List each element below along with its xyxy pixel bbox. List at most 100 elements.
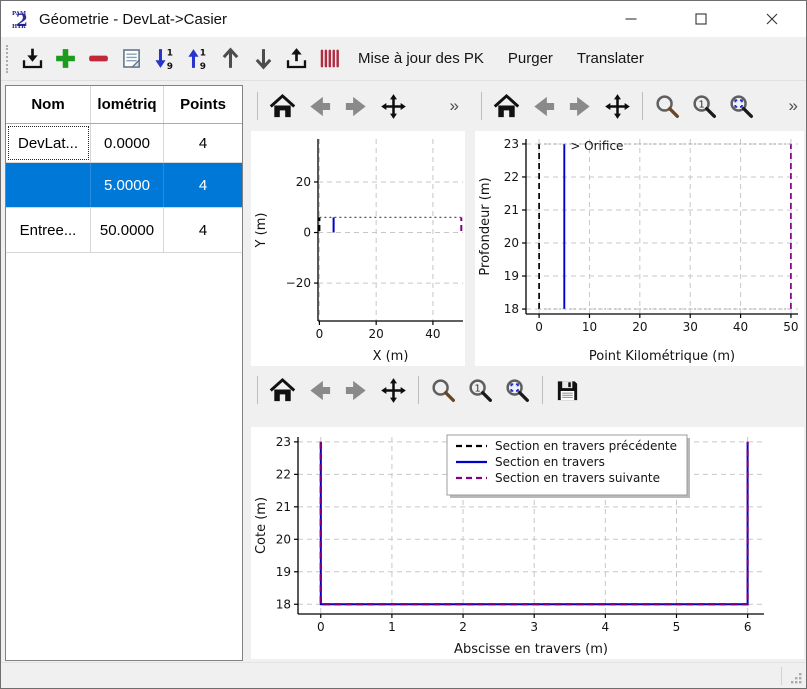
forward-icon [343, 377, 370, 404]
svg-text:Cote (m): Cote (m) [254, 497, 269, 554]
svg-text:20: 20 [369, 327, 384, 341]
pan-button[interactable] [599, 88, 636, 124]
column-header-points[interactable]: Points [164, 86, 242, 123]
forward-icon [567, 93, 594, 120]
toolbar-overflow-button[interactable]: » [444, 96, 465, 116]
back-button[interactable] [525, 88, 562, 124]
pan-button[interactable] [375, 88, 412, 124]
svg-text:19: 19 [504, 269, 519, 283]
svg-text:22: 22 [504, 170, 519, 184]
remove-icon [86, 46, 111, 71]
save-icon [554, 377, 581, 404]
add-button[interactable] [49, 41, 82, 77]
cell-points[interactable]: 4 [164, 124, 242, 162]
cell-points[interactable]: 4 [164, 208, 242, 252]
close-button[interactable] [749, 1, 795, 36]
home-button[interactable] [264, 88, 301, 124]
zoom-fit-button[interactable] [723, 88, 760, 124]
svg-text:Section en travers précédente: Section en travers précédente [495, 439, 677, 453]
column-header-kilometrique[interactable]: lométriq [91, 86, 164, 123]
toolbar-overflow-button[interactable]: » [783, 96, 804, 116]
translate-button[interactable]: Translater [565, 41, 656, 77]
zoom-one-icon [691, 93, 718, 120]
export-icon [284, 46, 309, 71]
remove-button[interactable] [82, 41, 115, 77]
svg-text:0: 0 [317, 620, 325, 634]
svg-text:40: 40 [425, 327, 440, 341]
toolbar-separator [257, 92, 258, 120]
back-icon [306, 377, 333, 404]
forward-button[interactable] [562, 88, 599, 124]
svg-text:X (m): X (m) [373, 349, 409, 364]
edit-icon [119, 46, 144, 71]
cell-points[interactable]: 4 [164, 163, 242, 207]
save-figure-button[interactable] [549, 372, 586, 408]
svg-text:> Orifice: > Orifice [570, 139, 623, 153]
back-button[interactable] [301, 372, 338, 408]
weir-sections-button[interactable] [313, 41, 346, 77]
pamhyr-logo-icon: PAM 2 HYR [11, 9, 31, 29]
svg-text:20: 20 [296, 175, 311, 189]
pan-icon [380, 93, 407, 120]
column-header-nom[interactable]: Nom [6, 86, 91, 123]
zoom-one-button[interactable] [462, 372, 499, 408]
move-down-icon [251, 46, 276, 71]
cell-nom[interactable]: DevLat... [6, 124, 91, 162]
svg-text:23: 23 [504, 137, 519, 151]
cross-section-toolbar [247, 369, 807, 411]
pan-button[interactable] [375, 372, 412, 408]
svg-text:Y (m): Y (m) [254, 213, 269, 249]
purge-button[interactable]: Purger [496, 41, 565, 77]
zoom-button[interactable] [425, 372, 462, 408]
cell-nom[interactable]: Entree... [6, 208, 91, 252]
cell-pk[interactable]: 0.0000 [91, 124, 164, 162]
profile-plot-toolbar: » [471, 85, 807, 127]
svg-text:Section en travers suivante: Section en travers suivante [495, 471, 660, 485]
import-icon [20, 46, 45, 71]
cell-pk[interactable]: 50.0000 [91, 208, 164, 252]
cell-pk[interactable]: 5.0000 [91, 163, 164, 207]
table-row[interactable]: Entree... 50.0000 4 [6, 208, 242, 253]
move-up-button[interactable] [214, 41, 247, 77]
sections-table: Nom lométriq Points DevLat... 0.0000 4 5… [5, 85, 243, 661]
svg-text:Abscisse en travers (m): Abscisse en travers (m) [454, 642, 608, 657]
svg-text:0: 0 [535, 320, 543, 334]
minimize-button[interactable] [608, 1, 654, 36]
xy-plot-canvas[interactable]: 02040−20020X (m)Y (m) [251, 131, 465, 366]
svg-text:20: 20 [632, 320, 647, 334]
forward-button[interactable] [338, 88, 375, 124]
sort-ascending-button[interactable] [181, 41, 214, 77]
sort-descending-button[interactable] [148, 41, 181, 77]
resize-grip[interactable] [789, 671, 803, 685]
back-button[interactable] [301, 88, 338, 124]
import-button[interactable] [16, 41, 49, 77]
export-button[interactable] [280, 41, 313, 77]
toolbar-drag-handle[interactable] [6, 45, 9, 73]
profile-plot-canvas[interactable]: 01020304050181920212223Point Kilométriqu… [475, 131, 804, 366]
maximize-button[interactable] [678, 1, 724, 36]
zoom-fit-icon [728, 93, 755, 120]
svg-text:HYR: HYR [12, 24, 26, 29]
svg-text:0: 0 [316, 327, 324, 341]
move-down-button[interactable] [247, 41, 280, 77]
home-button[interactable] [488, 88, 525, 124]
zoom-icon [654, 93, 681, 120]
svg-text:20: 20 [504, 236, 519, 250]
edit-button[interactable] [115, 41, 148, 77]
home-button[interactable] [264, 372, 301, 408]
table-row-selected[interactable]: 5.0000 4 [6, 163, 242, 208]
zoom-fit-button[interactable] [499, 372, 536, 408]
zoom-one-button[interactable] [686, 88, 723, 124]
back-icon [306, 93, 333, 120]
back-icon [530, 93, 557, 120]
table-row[interactable]: DevLat... 0.0000 4 [6, 124, 242, 163]
pan-icon [380, 377, 407, 404]
update-pk-button[interactable]: Mise à jour des PK [346, 41, 496, 77]
zoom-button[interactable] [649, 88, 686, 124]
svg-text:1: 1 [388, 620, 396, 634]
cross-section-canvas[interactable]: 0123456181920212223Abscisse en travers (… [251, 427, 804, 659]
forward-button[interactable] [338, 372, 375, 408]
pan-icon [604, 93, 631, 120]
cell-nom[interactable] [6, 163, 91, 207]
profile-plot-panel: » 01020304050181920212223Point Kilométri… [471, 85, 807, 369]
